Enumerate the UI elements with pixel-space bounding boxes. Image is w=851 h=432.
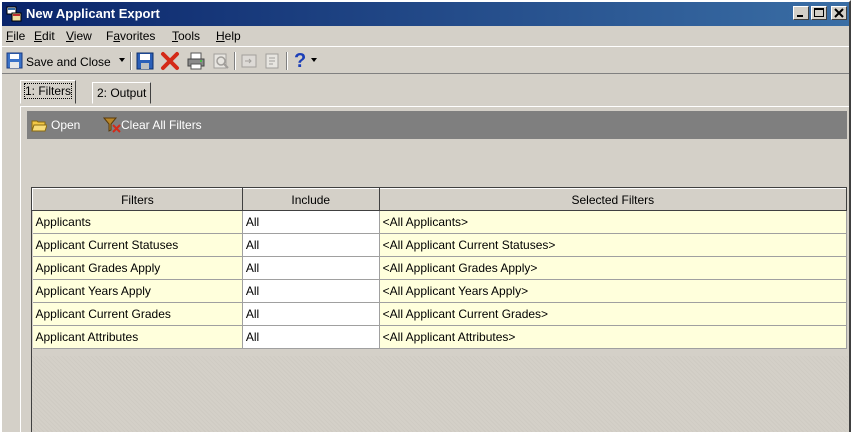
print-preview-icon[interactable] — [212, 52, 230, 74]
export-icon[interactable] — [240, 52, 258, 74]
filter-name-cell[interactable]: Applicant Current Statuses — [32, 233, 243, 257]
include-cell[interactable]: All — [242, 210, 380, 234]
selected-filters-cell[interactable]: <All Applicant Current Statuses> — [379, 233, 848, 257]
menu-tools[interactable]: Tools — [172, 29, 200, 43]
include-cell[interactable]: All — [242, 302, 380, 326]
tab-filters-label: 1: Filters — [23, 83, 73, 99]
table-row[interactable]: Applicant Current Grades All <All Applic… — [32, 302, 848, 326]
filter-name-cell[interactable]: Applicants — [32, 210, 243, 234]
window-controls — [791, 6, 847, 22]
app-icon — [6, 6, 22, 22]
selected-filters-cell[interactable]: <All Applicant Attributes> — [379, 325, 848, 349]
menu-view[interactable]: View — [66, 29, 92, 43]
main-toolbar: Save and Close ? — [2, 46, 849, 75]
save-close-dropdown-icon[interactable] — [118, 53, 126, 75]
selected-filters-cell[interactable]: <All Applicant Years Apply> — [379, 279, 848, 303]
table-row[interactable]: Applicants All <All Applicants> — [32, 210, 848, 234]
svg-text:?: ? — [294, 50, 306, 72]
tab-output[interactable]: 2: Output — [92, 82, 152, 104]
grid-empty-area — [32, 356, 848, 432]
export-window: New Applicant Export File Edit View Favo… — [0, 0, 851, 432]
filters-panel: Open Clear All Filters Filters Include S… — [20, 106, 849, 432]
close-icon[interactable] — [831, 6, 847, 20]
tab-output-label: 2: Output — [97, 86, 147, 100]
include-cell[interactable]: All — [242, 279, 380, 303]
table-row[interactable]: Applicant Attributes All <All Applicant … — [32, 325, 848, 349]
properties-icon[interactable] — [264, 52, 282, 74]
clear-filters-icon — [102, 116, 121, 138]
menu-bar: File Edit View Favorites Tools Help — [2, 26, 849, 46]
table-row[interactable]: Applicant Years Apply All <All Applicant… — [32, 279, 848, 303]
print-icon[interactable] — [186, 51, 206, 73]
selected-filters-cell[interactable]: <All Applicants> — [379, 210, 848, 234]
column-header-include[interactable]: Include — [241, 188, 380, 211]
clear-all-filters-label: Clear All Filters — [121, 118, 202, 132]
include-cell[interactable]: All — [242, 256, 380, 280]
include-cell[interactable]: All — [242, 233, 380, 257]
delete-icon[interactable] — [160, 51, 180, 73]
menu-file[interactable]: File — [6, 29, 25, 43]
help-dropdown-icon[interactable] — [310, 53, 318, 75]
save-close-icon — [6, 52, 24, 73]
window-title: New Applicant Export — [26, 6, 160, 21]
open-folder-icon — [31, 117, 48, 137]
filters-table: Filters Include Selected Filters Applica… — [32, 188, 848, 349]
include-cell[interactable]: All — [242, 325, 380, 349]
filter-name-cell[interactable]: Applicant Grades Apply — [32, 256, 243, 280]
save-icon[interactable] — [136, 52, 154, 74]
filter-name-cell[interactable]: Applicant Years Apply — [32, 279, 243, 303]
filters-grid: Filters Include Selected Filters Applica… — [31, 187, 848, 432]
maximize-icon[interactable] — [811, 6, 827, 20]
selected-filters-cell[interactable]: <All Applicant Grades Apply> — [379, 256, 848, 280]
column-header-filters[interactable]: Filters — [32, 188, 243, 211]
toolbar-separator — [234, 52, 236, 70]
filter-name-cell[interactable]: Applicant Attributes — [32, 325, 243, 349]
tab-strip: 1: Filters 2: Output — [2, 76, 849, 106]
menu-favorites[interactable]: Favorites — [106, 29, 155, 43]
selected-filters-cell[interactable]: <All Applicant Current Grades> — [379, 302, 848, 326]
help-icon[interactable]: ? — [292, 50, 308, 72]
grid-header-row: Filters Include Selected Filters — [32, 188, 848, 211]
toolbar-separator — [286, 52, 288, 70]
column-header-selected-filters[interactable]: Selected Filters — [378, 188, 848, 211]
title-bar[interactable]: New Applicant Export — [2, 2, 849, 26]
tab-filters[interactable]: 1: Filters — [20, 80, 77, 104]
table-row[interactable]: Applicant Current Statuses All <All Appl… — [32, 233, 848, 257]
menu-edit[interactable]: Edit — [34, 29, 55, 43]
menu-help[interactable]: Help — [216, 29, 241, 43]
table-row[interactable]: Applicant Grades Apply All <All Applican… — [32, 256, 848, 280]
filter-name-cell[interactable]: Applicant Current Grades — [32, 302, 243, 326]
save-and-close-button[interactable]: Save and Close — [6, 50, 116, 72]
minimize-icon[interactable] — [793, 6, 809, 20]
save-and-close-label: Save and Close — [26, 55, 111, 69]
open-label: Open — [51, 118, 81, 132]
filter-toolbar: Open Clear All Filters — [27, 111, 847, 139]
toolbar-separator — [130, 52, 132, 70]
